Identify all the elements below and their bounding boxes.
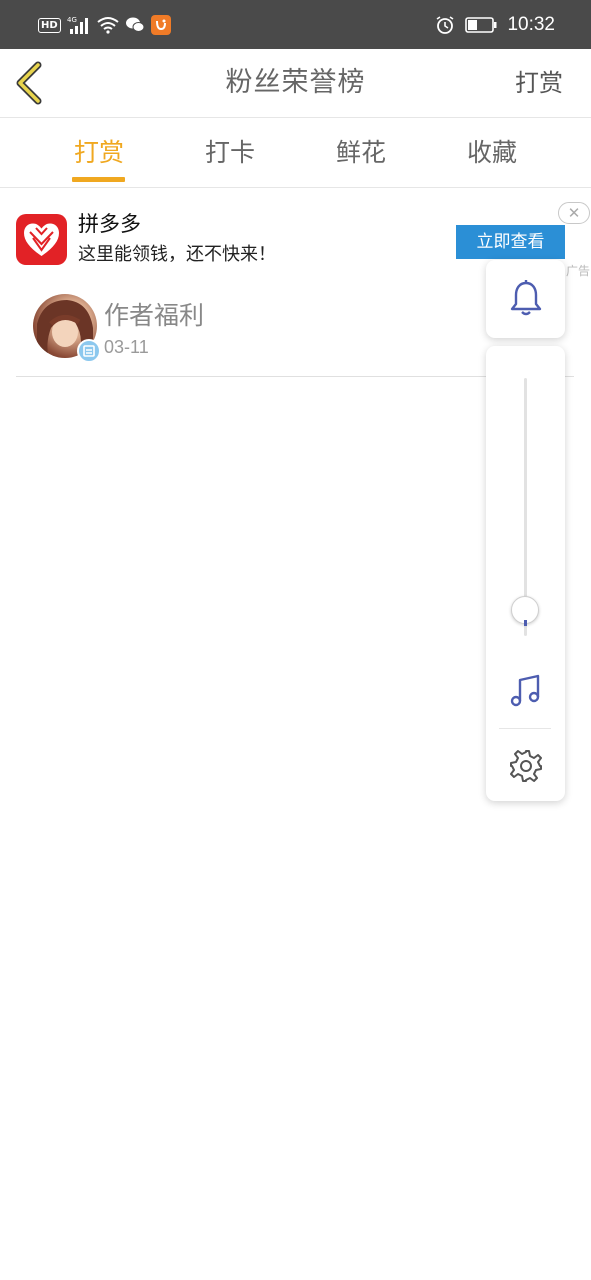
ad-app-name: 拼多多 (78, 212, 141, 236)
tab-favorites[interactable]: 收藏 (432, 118, 552, 187)
control-panel (486, 346, 565, 801)
wechat-icon (125, 17, 145, 32)
ad-close-icon[interactable]: ✕ (558, 202, 590, 224)
signal-4g-icon: 4G (67, 16, 88, 34)
status-time: 10:32 (507, 14, 555, 35)
music-note-icon (510, 674, 540, 707)
tab-bar: 打赏 打卡 鲜花 收藏 (0, 118, 591, 188)
battery-icon (465, 17, 497, 33)
tab-checkin[interactable]: 打卡 (170, 118, 290, 187)
item-date: 03-11 (104, 337, 149, 357)
notification-button[interactable] (508, 278, 544, 318)
ad-description: 这里能领钱，还不快来！ (78, 244, 276, 265)
hd-badge: HD (38, 17, 61, 33)
status-right-icons: 10:32 (435, 12, 555, 38)
active-tab-indicator (72, 177, 125, 182)
volume-slider-fill (524, 620, 527, 627)
author-badge-icon (77, 339, 101, 363)
status-left-icons: HD 4G (38, 14, 171, 36)
settings-button[interactable] (508, 748, 544, 784)
music-button[interactable] (508, 673, 544, 709)
tab-flowers[interactable]: 鲜花 (301, 118, 421, 187)
ad-view-now-button[interactable]: 立即查看 (456, 225, 565, 259)
alarm-icon (437, 16, 454, 34)
gear-icon (510, 750, 542, 782)
bell-icon (510, 280, 542, 316)
panel-divider (499, 728, 551, 729)
header-reward-button[interactable]: 打赏 (515, 49, 563, 117)
status-bar: HD 4G 10:32 (0, 0, 591, 49)
ad-label: 广告 (566, 264, 591, 278)
item-name: 作者福利 (104, 301, 205, 330)
notification-panel (486, 260, 565, 338)
svg-text:4G: 4G (67, 16, 77, 24)
wifi-icon (97, 17, 119, 34)
header: 粉丝荣誉榜 打赏 (0, 49, 591, 118)
uc-browser-icon (150, 15, 171, 35)
pinduoduo-logo-icon (16, 214, 67, 265)
page-title: 粉丝荣誉榜 (225, 67, 366, 98)
